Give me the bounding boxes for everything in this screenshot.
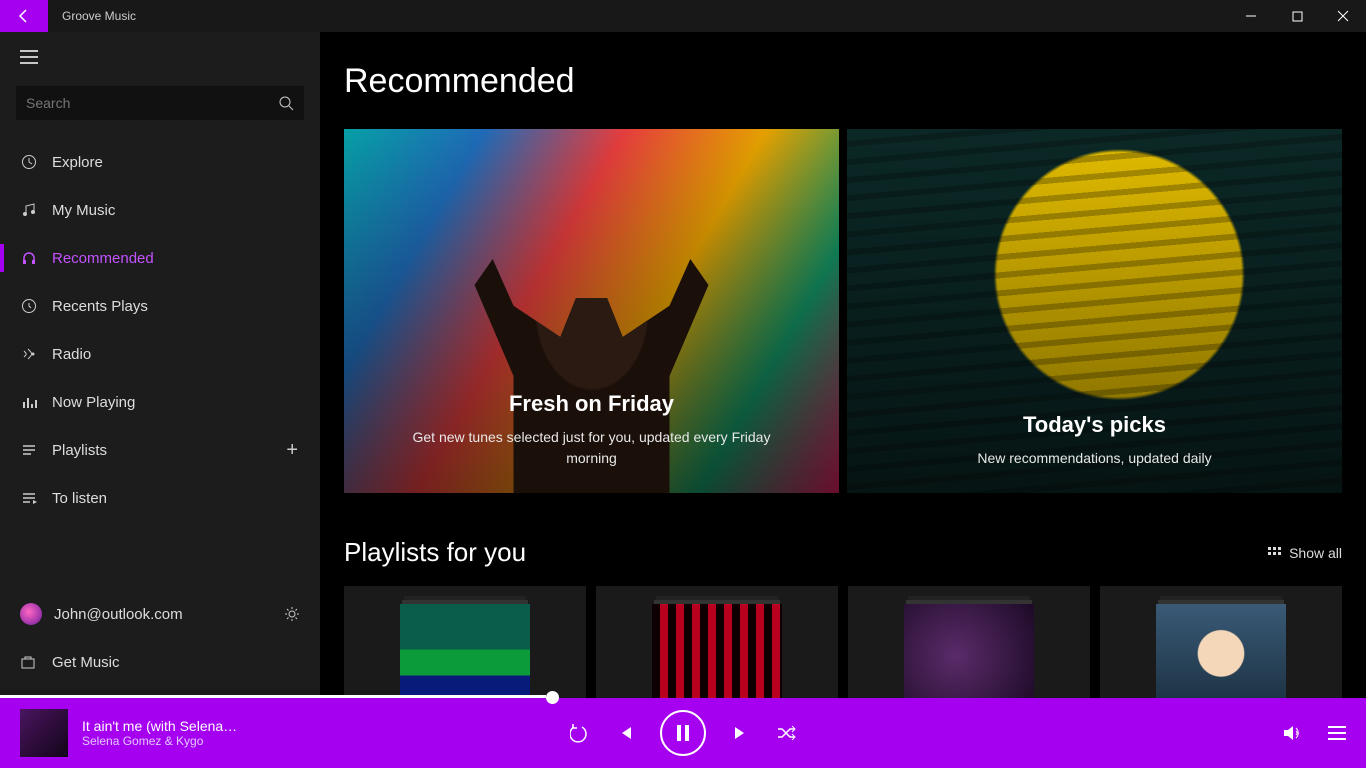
next-button[interactable] [732,724,750,742]
back-button[interactable] [0,0,48,32]
hamburger-icon [20,50,38,64]
shuffle-button[interactable] [776,725,796,741]
player-right [1282,724,1346,742]
nav-recommended[interactable]: Recommended [0,234,320,282]
titlebar: Groove Music [0,0,1366,32]
sidebar-bottom: John@outlook.com Get Music [0,584,320,698]
minimize-button[interactable] [1228,0,1274,32]
progress-thumb[interactable] [546,691,559,704]
app-title: Groove Music [62,9,136,23]
user-account[interactable]: John@outlook.com [0,590,320,638]
playlist-icon [20,442,38,458]
add-playlist-button[interactable]: + [286,439,298,462]
window-controls [1228,0,1366,32]
shuffle-icon [776,725,796,741]
search-box[interactable] [16,86,304,120]
playlist-card[interactable] [344,586,586,698]
maximize-button[interactable] [1274,0,1320,32]
nav-now-playing[interactable]: Now Playing [0,378,320,426]
grid-icon [1267,546,1281,560]
close-button[interactable] [1320,0,1366,32]
nav-label: Recommended [52,250,154,267]
nav: Explore My Music Recommended Recents Pla… [0,138,320,584]
pause-icon [676,725,690,741]
playlist-row [344,586,1342,698]
sidebar: Explore My Music Recommended Recents Pla… [0,32,320,698]
list-icon [1328,726,1346,740]
radio-icon [20,346,38,362]
nav-recent-plays[interactable]: Recents Plays [0,282,320,330]
next-icon [732,724,750,742]
now-playing-art[interactable] [20,709,68,757]
equalizer-icon [20,394,38,410]
search-icon [278,95,294,111]
player-bar: It ain't me (with Selena… Selena Gomez &… [0,698,1366,768]
avatar [20,603,42,625]
queue-icon [20,490,38,506]
repeat-button[interactable] [570,723,590,743]
nav-playlists[interactable]: Playlists + [0,426,320,474]
hero-row: Fresh on Friday Get new tunes selected j… [344,129,1342,493]
track-artist: Selena Gomez & Kygo [82,734,237,748]
now-playing-text[interactable]: It ain't me (with Selena… Selena Gomez &… [82,718,237,748]
minimize-icon [1245,10,1257,22]
clock-icon [20,154,38,170]
get-music[interactable]: Get Music [0,638,320,686]
volume-button[interactable] [1282,724,1302,742]
playlist-card[interactable] [848,586,1090,698]
playlist-card[interactable] [596,586,838,698]
nav-label: Radio [52,346,91,363]
nav-my-music[interactable]: My Music [0,186,320,234]
volume-icon [1282,724,1302,742]
queue-button[interactable] [1328,726,1346,740]
settings-button[interactable] [284,606,300,622]
nav-label: My Music [52,202,115,219]
store-icon [20,654,38,670]
hero-todays-picks[interactable]: Today's picks New recommendations, updat… [847,129,1342,493]
play-pause-button[interactable] [660,710,706,756]
show-all-button[interactable]: Show all [1267,545,1342,561]
playlist-art [652,604,782,698]
hero-title: Today's picks [1023,412,1166,438]
search-input[interactable] [26,95,278,111]
show-all-label: Show all [1289,545,1342,561]
previous-icon [616,724,634,742]
nav-explore[interactable]: Explore [0,138,320,186]
playlist-art [400,604,530,698]
player-controls [570,710,796,756]
hamburger-button[interactable] [0,50,320,86]
nav-label: Explore [52,154,103,171]
arrow-left-icon [16,8,32,24]
nav-radio[interactable]: Radio [0,330,320,378]
hero-subtitle: New recommendations, updated daily [977,448,1211,469]
playlist-card[interactable] [1100,586,1342,698]
nav-label: Now Playing [52,394,135,411]
hero-fresh-on-friday[interactable]: Fresh on Friday Get new tunes selected j… [344,129,839,493]
section-head: Playlists for you Show all [344,537,1342,568]
hero-title: Fresh on Friday [509,391,674,417]
nav-to-listen[interactable]: To listen [0,474,320,522]
nav-label: To listen [52,490,107,507]
hero-subtitle: Get new tunes selected just for you, upd… [412,427,772,469]
track-title: It ain't me (with Selena… [82,718,237,734]
nav-label: Playlists [52,442,107,459]
history-icon [20,298,38,314]
maximize-icon [1292,11,1303,22]
repeat-icon [570,723,590,743]
page-heading: Recommended [344,62,1342,101]
close-icon [1337,10,1349,22]
music-note-icon [20,202,38,218]
playlist-art [1156,604,1286,698]
playlists-heading: Playlists for you [344,537,526,568]
nav-label: Recents Plays [52,298,148,315]
headphones-icon [20,250,38,266]
playlist-art [904,604,1034,698]
main-content: Recommended Fresh on Friday Get new tune… [320,32,1366,698]
user-email: John@outlook.com [54,606,183,623]
gear-icon [284,606,300,622]
get-music-label: Get Music [52,654,120,671]
previous-button[interactable] [616,724,634,742]
